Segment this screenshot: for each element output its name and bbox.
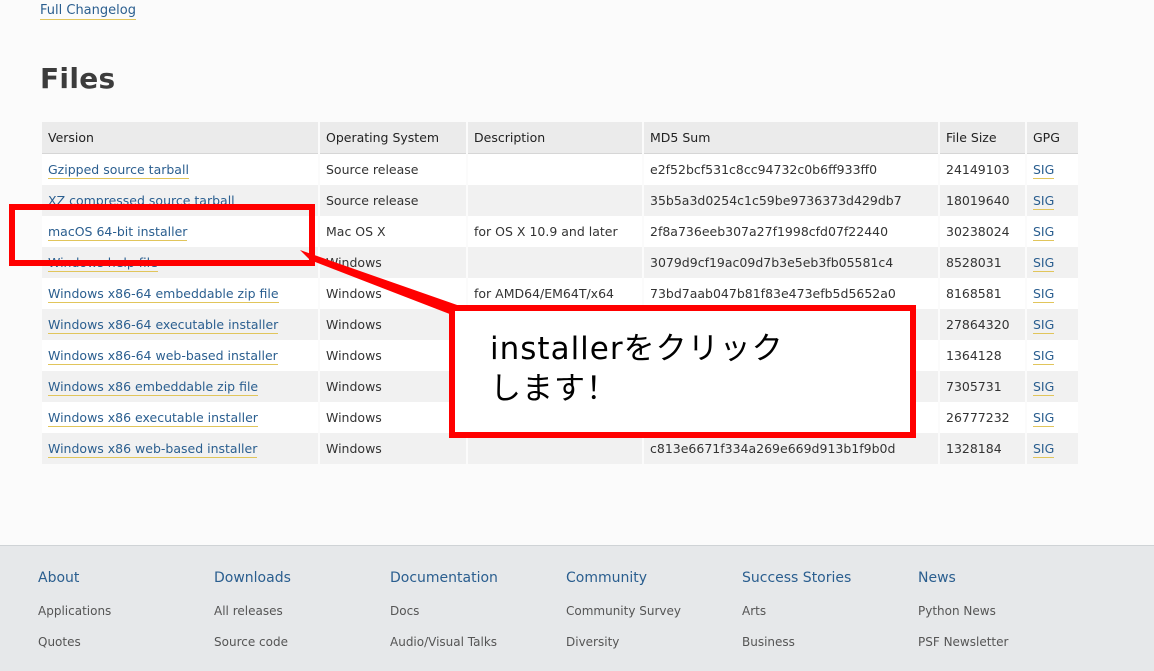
footer-column-about: About Applications Quotes: [38, 570, 111, 666]
callout-text: installerをクリック します！: [490, 329, 784, 409]
footer-column-success-stories: Success Stories Arts Business: [742, 570, 851, 666]
footer-heading[interactable]: Downloads: [214, 570, 291, 586]
footer-link[interactable]: Source code: [214, 635, 291, 666]
footer-link[interactable]: Business: [742, 635, 851, 666]
callout-box: installerをクリック します！: [449, 305, 916, 438]
footer-column-documentation: Documentation Docs Audio/Visual Talks: [390, 570, 498, 666]
footer-heading[interactable]: Community: [566, 570, 681, 586]
footer-heading[interactable]: News: [918, 570, 1008, 586]
site-footer: About Applications Quotes Downloads All …: [0, 545, 1154, 671]
footer-heading[interactable]: Success Stories: [742, 570, 851, 586]
highlight-box: [9, 204, 315, 266]
footer-link[interactable]: Diversity: [566, 635, 681, 666]
footer-heading[interactable]: About: [38, 570, 111, 586]
footer-heading[interactable]: Documentation: [390, 570, 498, 586]
callout-line-1: installerをクリック: [490, 331, 784, 367]
footer-column-news: News Python News PSF Newsletter: [918, 570, 1008, 666]
footer-link[interactable]: Quotes: [38, 635, 111, 666]
footer-link[interactable]: Community Survey: [566, 604, 681, 635]
footer-link[interactable]: Applications: [38, 604, 111, 635]
callout-line-2: します！: [490, 371, 618, 407]
footer-column-downloads: Downloads All releases Source code: [214, 570, 291, 666]
footer-column-community: Community Community Survey Diversity: [566, 570, 681, 666]
footer-link[interactable]: Audio/Visual Talks: [390, 635, 498, 666]
footer-link[interactable]: Docs: [390, 604, 498, 635]
footer-link[interactable]: Python News: [918, 604, 1008, 635]
footer-link[interactable]: All releases: [214, 604, 291, 635]
footer-link[interactable]: Arts: [742, 604, 851, 635]
footer-link[interactable]: PSF Newsletter: [918, 635, 1008, 666]
